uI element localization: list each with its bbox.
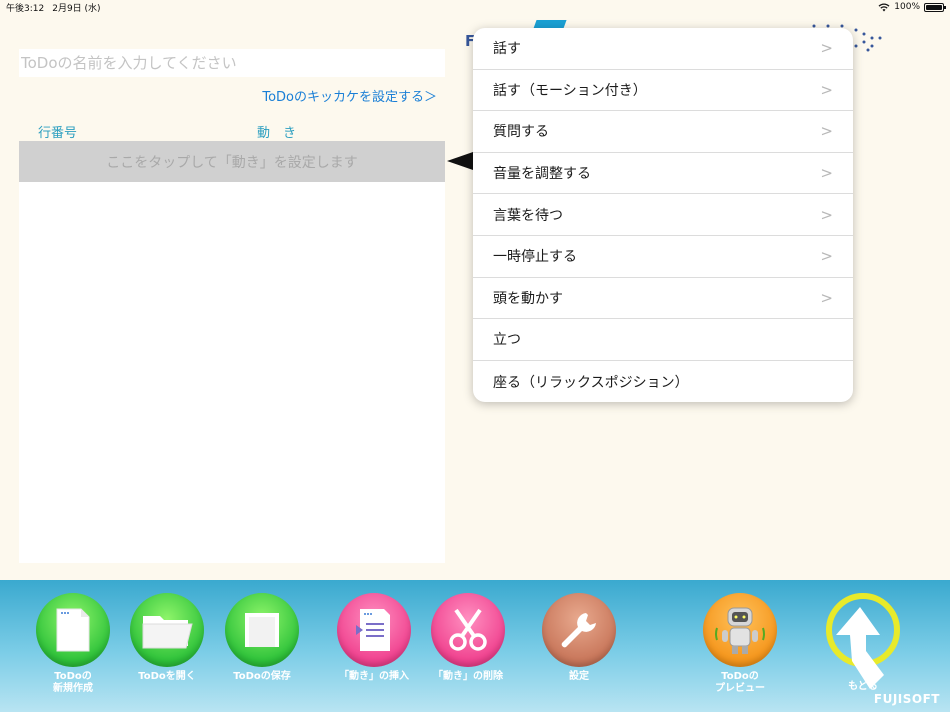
menu-item-label: 座る（リラックスポジション）: [493, 374, 689, 391]
new-todo-button[interactable]: ToDoの 新規作成: [28, 593, 118, 695]
battery-icon: [924, 2, 946, 12]
chevron-right-icon: >: [820, 247, 833, 266]
scissors-icon: [431, 593, 505, 667]
chevron-right-icon: >: [820, 205, 833, 224]
wifi-icon: [878, 2, 890, 11]
settings-button[interactable]: 設定: [534, 593, 624, 683]
battery-fill: [926, 4, 942, 10]
menu-item-label: 頭を動かす: [493, 290, 563, 307]
menu-item-label: 言葉を待つ: [493, 207, 563, 224]
back-button[interactable]: もどる: [818, 593, 908, 693]
menu-item-label: 一時停止する: [493, 249, 577, 266]
brand-logo-text: FUJISOFT: [873, 692, 940, 706]
insert-action-button[interactable]: 「動き」の挿入: [329, 593, 419, 683]
insert-document-icon: [337, 593, 411, 667]
new-todo-label: ToDoの 新規作成: [53, 671, 93, 694]
action-list: ここをタップして「動き」を設定します: [19, 141, 445, 563]
menu-item[interactable]: 頭を動かす >: [473, 278, 853, 320]
open-todo-label: ToDoを開く: [138, 671, 196, 682]
action-menu-popover: 話す > 話す（モーション付き） > 質問する > 音量を調整する > 言葉を待つ > 一時停止する…: [473, 28, 853, 402]
todo-name-input[interactable]: [19, 49, 445, 77]
chevron-right-icon: >: [820, 122, 833, 141]
save-todo-button[interactable]: ToDoの保存: [217, 593, 307, 683]
status-bar: 午後3:12 2月9日 (水) 100%: [0, 0, 950, 14]
popover-arrow: [447, 152, 473, 170]
chevron-right-icon: >: [820, 288, 833, 307]
delete-action-label: 「動き」の削除: [433, 671, 503, 682]
new-document-icon: [36, 593, 110, 667]
settings-label: 設定: [569, 671, 589, 682]
tap-to-set-action-row[interactable]: ここをタップして「動き」を設定します: [19, 141, 445, 182]
status-date: 2月9日 (水): [52, 3, 101, 14]
delete-action-button[interactable]: 「動き」の削除: [423, 593, 513, 683]
save-icon: [225, 593, 299, 667]
menu-item[interactable]: 一時停止する >: [473, 236, 853, 278]
preview-label: ToDoの プレビュー: [715, 671, 765, 694]
wrench-icon: [542, 593, 616, 667]
folder-icon: [130, 593, 204, 667]
battery-percent: 100%: [894, 2, 920, 12]
menu-item[interactable]: 音量を調整する >: [473, 153, 853, 195]
save-todo-label: ToDoの保存: [233, 671, 291, 682]
chevron-right-icon: >: [820, 39, 833, 58]
menu-item[interactable]: 話す（モーション付き） >: [473, 70, 853, 112]
menu-item[interactable]: 話す >: [473, 28, 853, 70]
menu-item[interactable]: 座る（リラックスポジション）: [473, 361, 853, 402]
status-time: 午後3:12: [6, 3, 45, 14]
menu-item-label: 立つ: [493, 332, 521, 349]
insert-action-label: 「動き」の挿入: [339, 671, 409, 682]
menu-item[interactable]: 質問する >: [473, 111, 853, 153]
open-todo-button[interactable]: ToDoを開く: [122, 593, 212, 683]
menu-item[interactable]: 言葉を待つ >: [473, 194, 853, 236]
bottom-toolbar: ToDoの 新規作成 ToDoを開く ToDoの保存 「動き」の挿入 「動き」の…: [0, 580, 950, 712]
chevron-right-icon: >: [820, 164, 833, 183]
preview-button[interactable]: ToDoの プレビュー: [695, 593, 785, 695]
menu-item-label: 話す: [493, 41, 521, 58]
menu-item-label: 音量を調整する: [493, 166, 591, 183]
menu-item-label: 質問する: [493, 124, 549, 141]
chevron-right-icon: >: [820, 80, 833, 99]
menu-item[interactable]: 立つ: [473, 319, 853, 361]
robot-icon: [703, 593, 777, 667]
trigger-setting-link[interactable]: ToDoのキッカケを設定する＞: [262, 86, 437, 105]
column-header-line-number: 行番号: [38, 126, 78, 141]
back-arrow-icon: [826, 593, 900, 689]
column-header-action: 動 き: [257, 126, 297, 141]
menu-item-label: 話す（モーション付き）: [493, 82, 647, 99]
